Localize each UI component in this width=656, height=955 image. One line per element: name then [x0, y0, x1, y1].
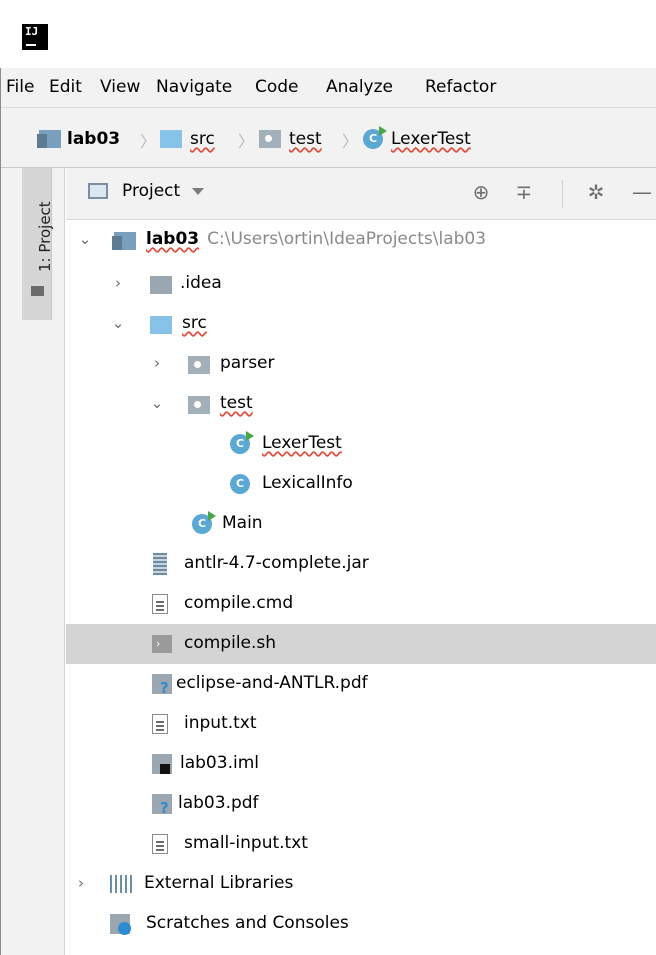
text-file-icon — [152, 714, 168, 734]
breadcrumb-test[interactable]: test — [259, 127, 322, 151]
tree-root-lab03[interactable]: ⌄ lab03 C:\Users\ortin\IdeaProjects\lab03 — [66, 220, 656, 260]
folder-icon — [31, 286, 44, 296]
project-view-selector[interactable]: Project — [88, 181, 205, 201]
tree-item-eclipse-pdf[interactable]: eclipse-and-ANTLR.pdf — [66, 664, 656, 704]
chevron-right-icon[interactable]: › — [72, 874, 90, 892]
menu-refactor[interactable]: Refactor — [425, 77, 496, 97]
menu-code[interactable]: Code — [255, 77, 299, 97]
tree-item-external-libraries[interactable]: › External Libraries — [66, 864, 656, 904]
text-file-icon — [152, 594, 168, 614]
menu-view[interactable]: View — [100, 77, 140, 97]
breadcrumb: lab03 〉 src 〉 test 〉 C LexerTest — [1, 108, 656, 168]
chevron-right-icon: 〉 — [238, 132, 255, 151]
tree-item-antlr-jar[interactable]: antlr-4.7-complete.jar — [66, 544, 656, 584]
tree-item-scratches[interactable]: Scratches and Consoles — [66, 904, 656, 944]
tree-item-input-txt[interactable]: input.txt — [66, 704, 656, 744]
source-folder-icon — [150, 316, 172, 334]
breadcrumb-lab03[interactable]: lab03 — [37, 127, 120, 151]
toolbar-divider — [562, 180, 563, 208]
chevron-down-icon[interactable]: ⌄ — [148, 394, 166, 412]
menu-bar: File Edit View Navigate Code Analyze Ref… — [1, 68, 656, 108]
intellij-logo-icon: IJ — [22, 24, 48, 50]
locate-icon[interactable]: ⊕ — [469, 180, 493, 204]
chevron-right-icon: 〉 — [342, 132, 359, 151]
collapse-all-icon[interactable]: ∓ — [512, 180, 536, 204]
menu-analyze[interactable]: Analyze — [326, 77, 393, 97]
tree-item-main[interactable]: C Main — [66, 504, 656, 544]
tree-item-parser[interactable]: › parser — [66, 344, 656, 384]
tree-item-lab03-pdf[interactable]: lab03.pdf — [66, 784, 656, 824]
text-file-icon — [152, 834, 168, 854]
breadcrumb-src[interactable]: src — [160, 127, 215, 151]
menu-navigate[interactable]: Navigate — [156, 77, 232, 97]
tree-root-label: lab03 — [146, 229, 200, 249]
package-folder-icon — [188, 356, 210, 374]
scratches-icon — [110, 914, 131, 935]
module-folder-icon — [112, 232, 136, 250]
module-file-icon — [152, 754, 172, 774]
chevron-right-icon[interactable]: › — [109, 274, 127, 292]
test-class-icon: C — [363, 126, 387, 149]
chevron-down-icon — [192, 187, 205, 195]
shell-script-icon: › — [152, 635, 172, 653]
library-icon — [110, 875, 134, 893]
unknown-file-icon — [152, 794, 172, 817]
window-icon — [88, 183, 108, 199]
tree-item-compile-cmd[interactable]: compile.cmd — [66, 584, 656, 624]
chevron-down-icon[interactable]: ⌄ — [76, 230, 94, 248]
folder-icon — [150, 276, 172, 294]
jar-file-icon — [153, 553, 167, 575]
project-tree: ⌄ lab03 C:\Users\ortin\IdeaProjects\lab03… — [66, 220, 656, 955]
module-folder-icon — [37, 130, 61, 148]
package-folder-icon — [259, 130, 281, 148]
menu-edit[interactable]: Edit — [49, 77, 82, 97]
source-folder-icon — [160, 130, 182, 148]
chevron-right-icon[interactable]: › — [148, 354, 166, 372]
gear-icon[interactable]: ✲ — [584, 180, 608, 204]
chevron-right-icon: 〉 — [140, 132, 157, 151]
tree-item-src[interactable]: ⌄ src — [66, 304, 656, 344]
breadcrumb-lexertest[interactable]: C LexerTest — [363, 126, 471, 151]
minimize-icon[interactable]: — — [630, 180, 654, 204]
tree-item-test[interactable]: ⌄ test — [66, 384, 656, 424]
test-class-icon: C — [230, 431, 254, 454]
class-icon: C — [230, 474, 250, 494]
tree-item-lexicalinfo[interactable]: C LexicalInfo — [66, 464, 656, 504]
title-bar: IJ — [0, 0, 656, 68]
tree-root-path: C:\Users\ortin\IdeaProjects\lab03 — [207, 229, 487, 249]
project-tool-tab[interactable]: 1: Project — [22, 168, 54, 320]
tool-window-strip: 1: Project — [1, 168, 65, 955]
project-panel-header: Project ⊕ ∓ ✲ — — [66, 168, 656, 220]
tree-item-lab03-iml[interactable]: lab03.iml — [66, 744, 656, 784]
tree-item-idea[interactable]: › .idea — [66, 264, 656, 304]
tree-item-compile-sh[interactable]: › compile.sh — [66, 624, 656, 664]
tree-item-lexertest[interactable]: C LexerTest — [66, 424, 656, 464]
unknown-file-icon — [152, 674, 172, 697]
tree-item-small-input[interactable]: small-input.txt — [66, 824, 656, 864]
runnable-class-icon: C — [192, 511, 216, 534]
chevron-down-icon[interactable]: ⌄ — [109, 314, 127, 332]
package-folder-icon — [188, 396, 210, 414]
menu-file[interactable]: File — [6, 77, 34, 97]
